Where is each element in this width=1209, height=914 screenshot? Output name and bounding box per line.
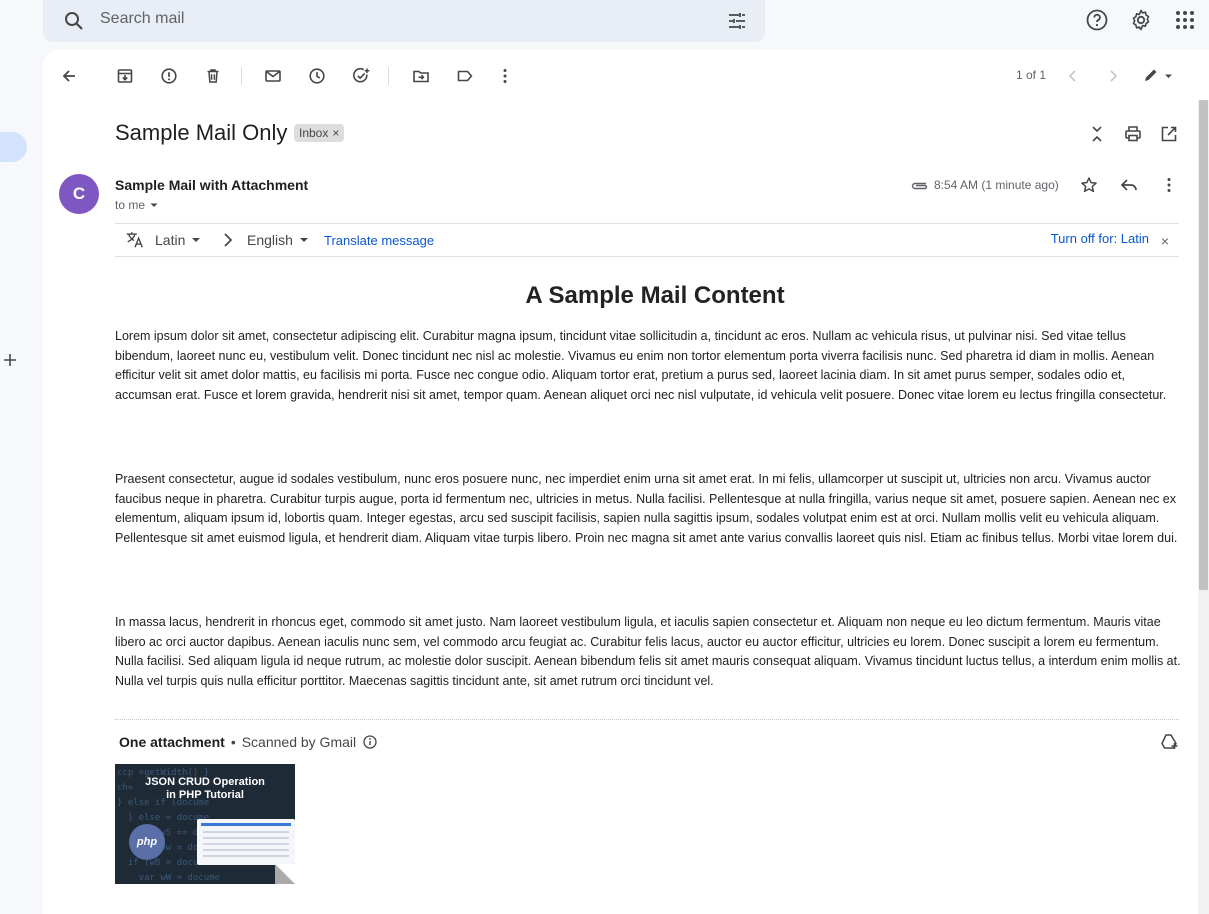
attachment-clip-icon [909,175,929,195]
search-bar[interactable]: Search mail [43,0,765,42]
inbox-label-chip[interactable]: Inbox × [294,124,345,142]
page-fold-shadow [275,864,295,884]
pager-count: 1 of 1 [1016,68,1047,82]
translate-icon [125,230,145,250]
star-icon[interactable] [1077,173,1101,197]
label-icon[interactable] [452,63,478,89]
delete-icon[interactable] [200,63,226,89]
search-icon[interactable] [60,7,88,35]
close-translate-bar-button[interactable]: × [1161,233,1169,249]
archive-icon[interactable] [112,63,138,89]
translate-message-link[interactable]: Translate message [324,233,434,248]
tune-icon[interactable] [723,7,751,35]
attachment-thumbnail[interactable]: ccp =getWidth() } ch= } else if (docume … [115,764,295,884]
thumbnail-title: JSON CRUD Operation in PHP Tutorial [115,776,295,802]
open-in-new-window-icon[interactable] [1157,122,1181,146]
mail-view-panel: 1 of 1 Sample Mail Only Inbox × C Sample… [43,50,1209,914]
thumbnail-title-line: JSON CRUD Operation [145,776,265,788]
print-icon[interactable] [1121,122,1145,146]
caret-down-icon [299,238,308,242]
more-vert-icon[interactable] [492,63,518,89]
recipient-details[interactable]: to me [115,198,161,212]
info-icon[interactable] [362,734,378,750]
target-language-label: English [247,232,293,248]
avatar[interactable]: C [59,174,99,214]
report-spam-icon[interactable] [156,63,182,89]
chevron-right-icon[interactable] [1100,63,1126,89]
sender-name[interactable]: Sample Mail with Attachment [115,177,308,193]
source-language-label: Latin [155,232,186,248]
mark-unread-icon[interactable] [260,63,286,89]
help-icon[interactable] [1082,5,1112,35]
move-to-icon[interactable] [408,63,434,89]
nav-selected-indicator[interactable] [0,132,27,162]
remove-label-button[interactable]: × [332,126,339,140]
caret-down-icon[interactable] [147,198,161,212]
attachment-count: One attachment [119,734,225,750]
source-language-select[interactable]: Latin [155,232,201,248]
body-paragraph: Praesent consectetur, augue id sodales v… [115,472,1178,545]
gear-icon[interactable] [1126,5,1156,35]
recipient-text: to me [115,198,146,212]
plus-icon[interactable] [0,350,20,370]
thumbnail-title-line: in PHP Tutorial [166,789,244,801]
thumbnail-screenshot [197,819,295,865]
attachment-divider [115,719,1179,720]
reply-icon[interactable] [1117,173,1141,197]
mail-content-title: A Sample Mail Content [525,282,785,309]
body-paragraph: Lorem ipsum dolor sit amet, consectetur … [115,329,1167,402]
translate-bar: Latin English Translate message Turn off… [115,223,1179,257]
scrollbar-thumb[interactable] [1199,100,1208,590]
snooze-icon[interactable] [304,63,330,89]
add-to-drive-icon[interactable] [1158,731,1180,753]
body-paragraph: In massa lacus, hendrerit in rhoncus ege… [115,615,1181,688]
add-task-icon[interactable] [348,63,374,89]
chevron-right-icon [219,231,237,249]
attachment-header: One attachment • Scanned by Gmail [119,734,378,750]
chevron-left-icon[interactable] [1060,63,1086,89]
php-logo: php [129,824,165,860]
turn-off-translation-link[interactable]: Turn off for: Latin [1051,231,1149,246]
pencil-icon[interactable] [1139,63,1177,89]
scrollbar[interactable] [1198,100,1209,914]
message-more-icon[interactable] [1157,173,1181,197]
collapse-all-icon[interactable] [1085,122,1109,146]
scanned-label: Scanned by Gmail [241,734,357,750]
back-arrow-icon[interactable] [56,63,82,89]
caret-down-icon [192,238,201,242]
thread-subject: Sample Mail Only [115,120,288,145]
message-toolbar: 1 of 1 [43,50,1209,100]
search-input[interactable]: Search mail [100,10,184,28]
inbox-label-text: Inbox [299,126,329,140]
separator-dot: • [230,734,236,750]
target-language-select[interactable]: English [247,232,308,248]
message-time: 8:54 AM (1 minute ago) [934,178,1059,192]
apps-grid-icon[interactable] [1170,5,1200,35]
